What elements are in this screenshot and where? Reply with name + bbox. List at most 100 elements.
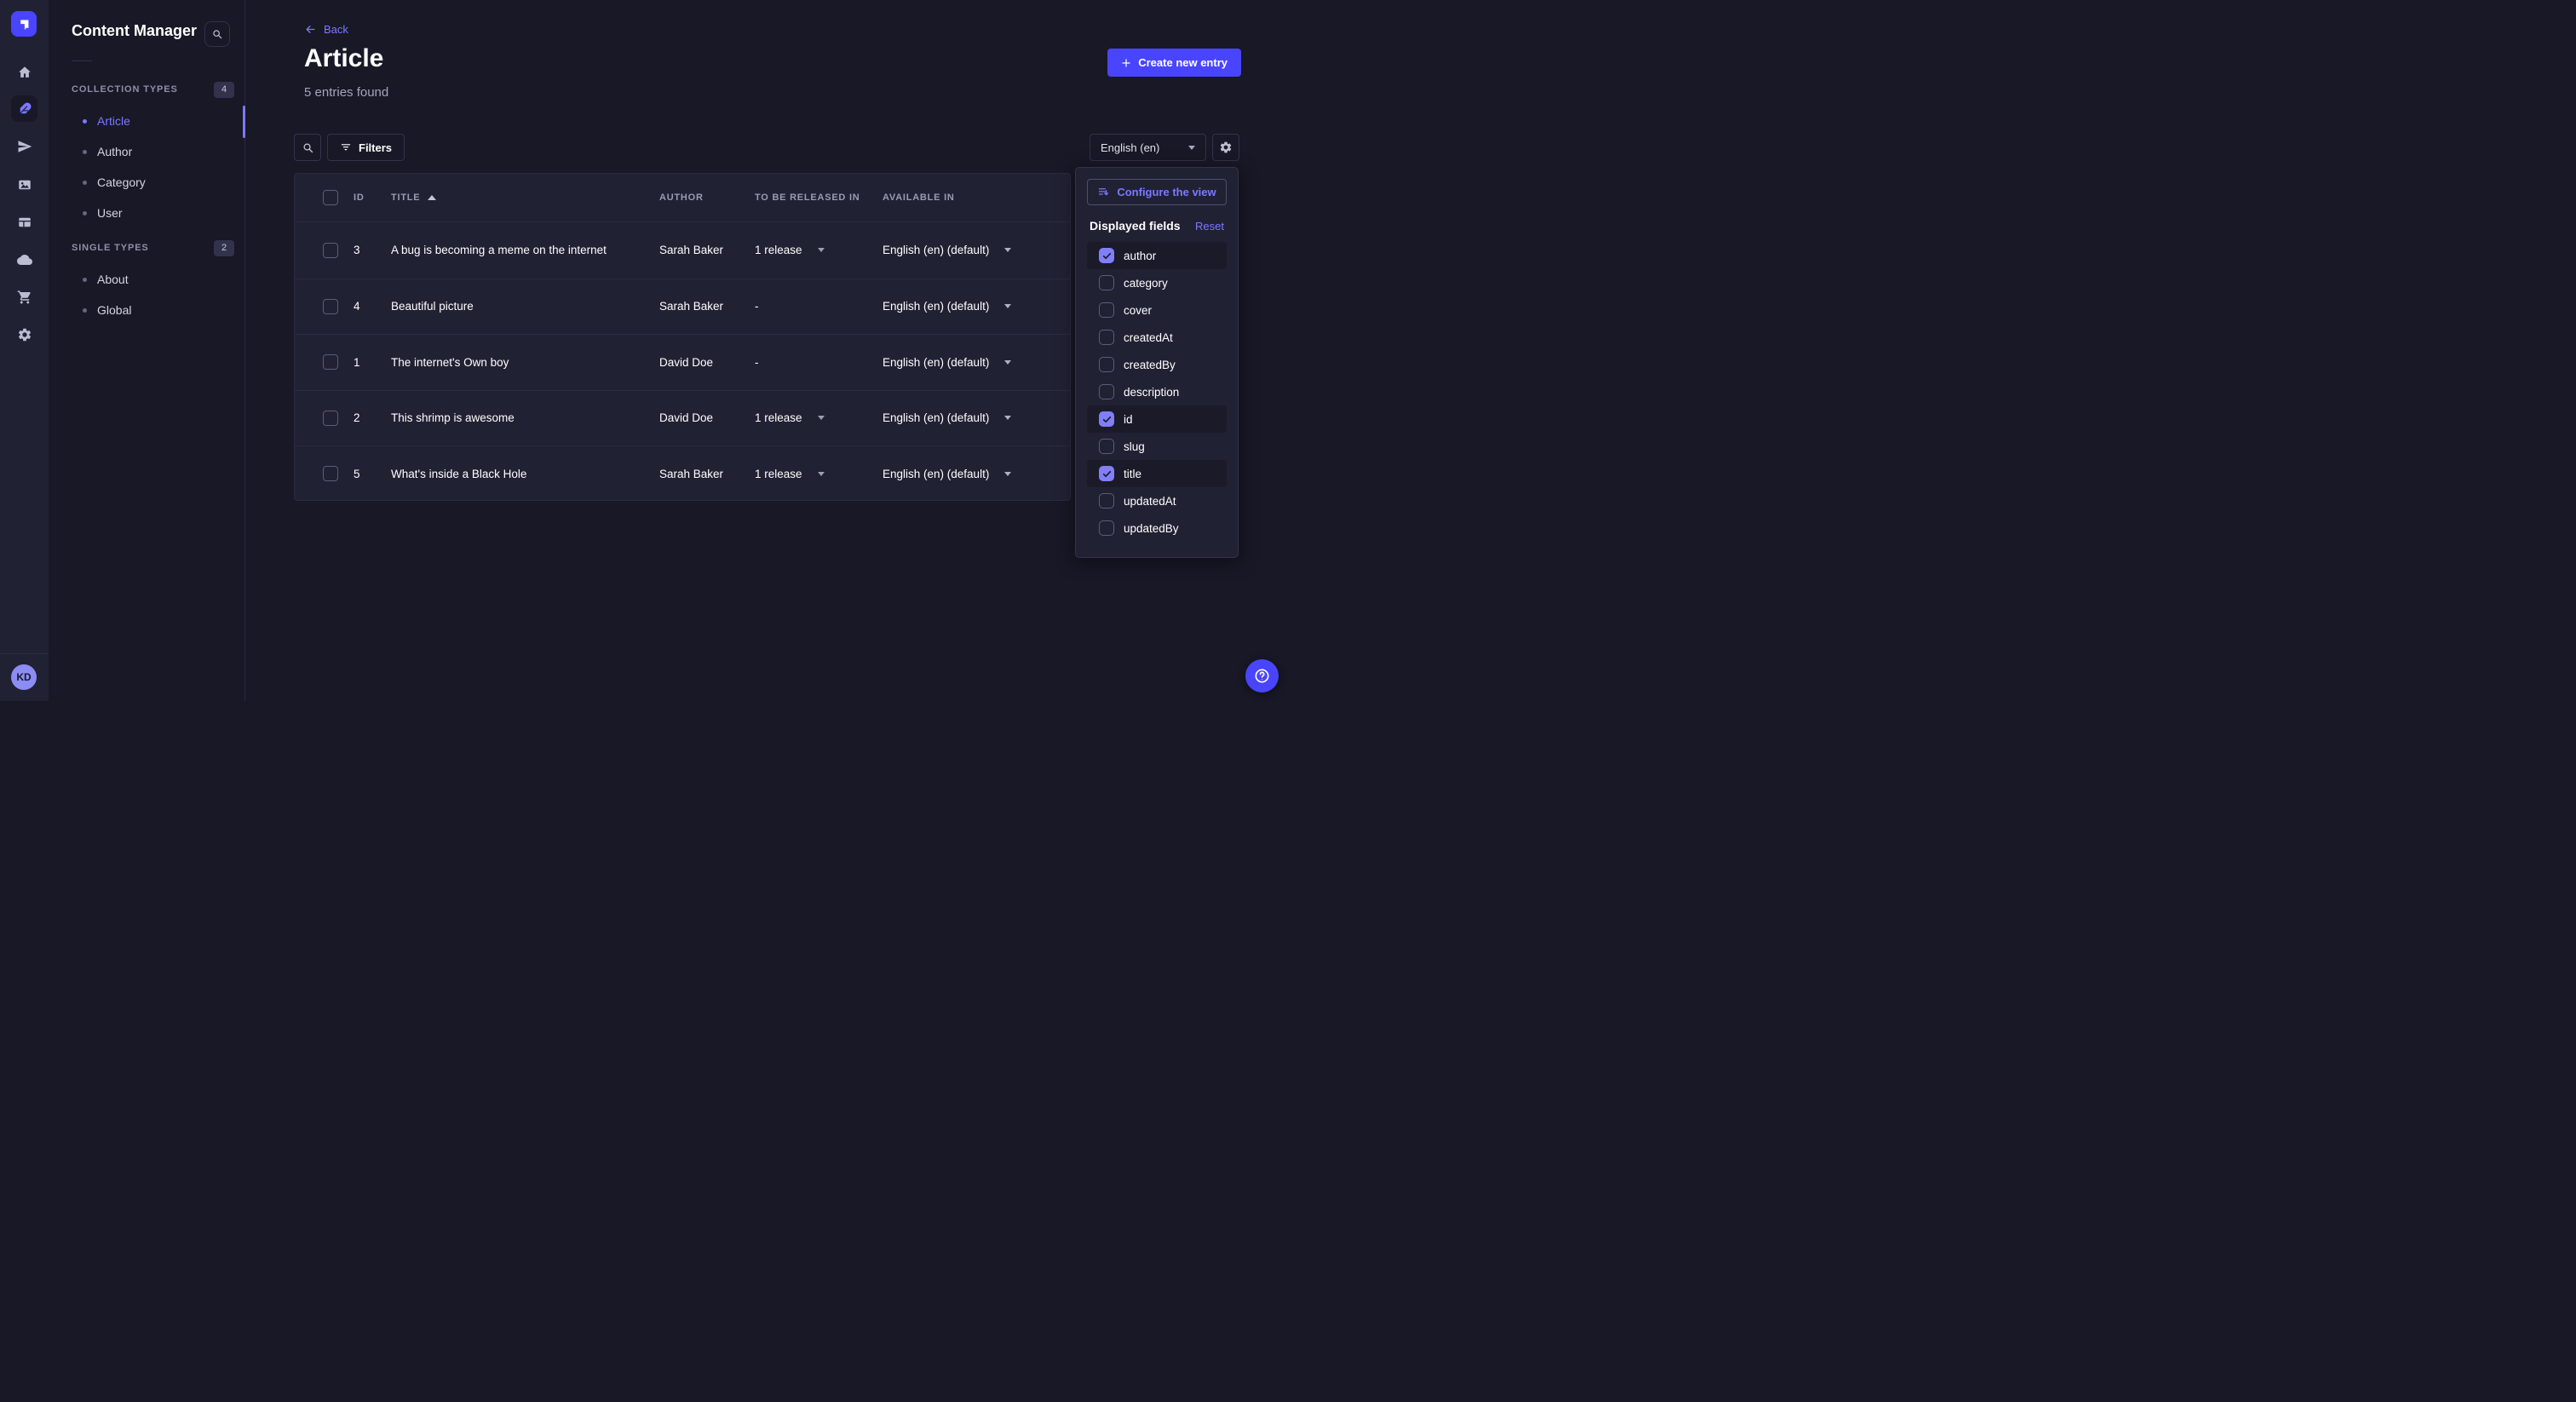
field-label: title bbox=[1124, 468, 1141, 480]
unchecked-checkbox[interactable] bbox=[1099, 520, 1114, 536]
field-toggle-createdAt[interactable]: createdAt bbox=[1087, 324, 1227, 351]
bullet-icon bbox=[83, 308, 87, 313]
cell-release: 1 release bbox=[750, 468, 874, 480]
table-row[interactable]: 3 A bug is becoming a meme on the intern… bbox=[295, 222, 1070, 279]
locale-chevron-icon[interactable] bbox=[1004, 248, 1011, 252]
locale-select[interactable]: English (en) bbox=[1090, 134, 1206, 161]
sidebar-item-category[interactable]: Category bbox=[49, 167, 244, 198]
field-toggle-cover[interactable]: cover bbox=[1087, 296, 1227, 324]
sidebar-item-global[interactable]: Global bbox=[49, 295, 244, 325]
field-toggle-slug[interactable]: slug bbox=[1087, 433, 1227, 460]
unchecked-checkbox[interactable] bbox=[1099, 275, 1114, 290]
row-checkbox[interactable] bbox=[323, 354, 338, 370]
table-search-button[interactable] bbox=[294, 134, 321, 161]
nav-releases[interactable] bbox=[11, 133, 37, 159]
nav-media-library[interactable] bbox=[11, 171, 37, 198]
row-checkbox[interactable] bbox=[323, 243, 338, 258]
row-checkbox[interactable] bbox=[323, 466, 338, 481]
field-toggle-updatedAt[interactable]: updatedAt bbox=[1087, 487, 1227, 514]
help-button[interactable] bbox=[1245, 659, 1279, 692]
main-nav-rail: KD bbox=[0, 0, 49, 701]
sidebar-item-article[interactable]: Article bbox=[49, 106, 244, 136]
nav-content-manager[interactable] bbox=[11, 95, 37, 122]
release-chevron-icon[interactable] bbox=[818, 416, 825, 420]
row-checkbox[interactable] bbox=[323, 411, 338, 426]
view-settings-button[interactable] bbox=[1212, 134, 1239, 161]
unchecked-checkbox[interactable] bbox=[1099, 357, 1114, 372]
subnav-scrollbar-thumb[interactable] bbox=[243, 106, 245, 138]
nav-settings[interactable] bbox=[11, 321, 37, 348]
nav-marketplace[interactable] bbox=[11, 284, 37, 310]
cell-locale: English (en) (default) bbox=[874, 356, 1070, 369]
unchecked-checkbox[interactable] bbox=[1099, 493, 1114, 509]
check-icon bbox=[1101, 468, 1113, 480]
column-header-author[interactable]: AUTHOR bbox=[655, 192, 750, 203]
reset-link[interactable]: Reset bbox=[1195, 220, 1224, 233]
sidebar-item-user[interactable]: User bbox=[49, 198, 244, 228]
table-row[interactable]: 5 What's inside a Black Hole Sarah Baker… bbox=[295, 445, 1070, 501]
unchecked-checkbox[interactable] bbox=[1099, 439, 1114, 454]
unchecked-checkbox[interactable] bbox=[1099, 384, 1114, 399]
nav-content-type-builder[interactable] bbox=[11, 209, 37, 235]
cell-release: 1 release bbox=[750, 244, 874, 256]
field-toggle-id[interactable]: id bbox=[1087, 405, 1227, 433]
locale-selected-value: English (en) bbox=[1101, 141, 1159, 154]
arrow-left-icon bbox=[304, 23, 317, 36]
field-label: author bbox=[1124, 250, 1156, 262]
release-chevron-icon[interactable] bbox=[818, 472, 825, 476]
cell-title: Beautiful picture bbox=[387, 300, 655, 313]
subnav-search-button[interactable] bbox=[204, 21, 230, 47]
search-icon bbox=[211, 28, 223, 40]
strapi-logo[interactable] bbox=[11, 11, 37, 37]
nav-deploy[interactable] bbox=[11, 246, 37, 273]
sort-asc-icon[interactable] bbox=[428, 195, 436, 200]
release-chevron-icon[interactable] bbox=[818, 248, 825, 252]
column-header-title[interactable]: TITLE bbox=[387, 192, 655, 203]
bullet-icon bbox=[83, 150, 87, 154]
bullet-icon bbox=[83, 278, 87, 282]
field-toggle-author[interactable]: author bbox=[1087, 242, 1227, 269]
create-new-entry-button[interactable]: Create new entry bbox=[1107, 49, 1241, 77]
field-toggle-updatedBy[interactable]: updatedBy bbox=[1087, 514, 1227, 542]
filters-button[interactable]: Filters bbox=[327, 134, 405, 161]
select-all-checkbox[interactable] bbox=[323, 190, 338, 205]
unchecked-checkbox[interactable] bbox=[1099, 330, 1114, 345]
checked-checkbox[interactable] bbox=[1099, 411, 1114, 427]
field-toggle-createdBy[interactable]: createdBy bbox=[1087, 351, 1227, 378]
field-label: category bbox=[1124, 277, 1168, 290]
configure-the-view-button[interactable]: Configure the view bbox=[1087, 179, 1227, 205]
field-toggle-category[interactable]: category bbox=[1087, 269, 1227, 296]
checked-checkbox[interactable] bbox=[1099, 466, 1114, 481]
nav-section: SINGLE TYPES 2 About Global bbox=[49, 233, 244, 325]
column-header-locale[interactable]: AVAILABLE IN bbox=[874, 192, 1070, 203]
locale-chevron-icon[interactable] bbox=[1004, 360, 1011, 365]
section-label: COLLECTION TYPES bbox=[72, 84, 178, 95]
field-toggle-title[interactable]: title bbox=[1087, 460, 1227, 487]
locale-chevron-icon[interactable] bbox=[1004, 304, 1011, 308]
avatar[interactable]: KD bbox=[11, 664, 37, 690]
cell-release: - bbox=[750, 356, 874, 369]
column-header-id[interactable]: ID bbox=[349, 192, 387, 203]
table-row[interactable]: 4 Beautiful picture Sarah Baker - Englis… bbox=[295, 279, 1070, 335]
search-icon bbox=[302, 141, 314, 154]
sidebar-item-author[interactable]: Author bbox=[49, 136, 244, 167]
column-header-release[interactable]: TO BE RELEASED IN bbox=[750, 192, 874, 203]
field-label: description bbox=[1124, 386, 1179, 399]
cell-id: 5 bbox=[349, 468, 387, 480]
locale-chevron-icon[interactable] bbox=[1004, 472, 1011, 476]
table-row[interactable]: 1 The internet's Own boy David Doe - Eng… bbox=[295, 334, 1070, 390]
unchecked-checkbox[interactable] bbox=[1099, 302, 1114, 318]
checked-checkbox[interactable] bbox=[1099, 248, 1114, 263]
field-label: updatedAt bbox=[1124, 495, 1176, 508]
row-checkbox[interactable] bbox=[323, 299, 338, 314]
sidebar-item-about[interactable]: About bbox=[49, 264, 244, 295]
nav-home[interactable] bbox=[11, 59, 37, 85]
field-label: updatedBy bbox=[1124, 522, 1179, 535]
back-link[interactable]: Back bbox=[304, 23, 348, 36]
strapi-logo-icon bbox=[17, 17, 32, 32]
locale-chevron-icon[interactable] bbox=[1004, 416, 1011, 420]
field-toggle-description[interactable]: description bbox=[1087, 378, 1227, 405]
table-row[interactable]: 2 This shrimp is awesome David Doe 1 rel… bbox=[295, 390, 1070, 446]
cell-id: 4 bbox=[349, 300, 387, 313]
field-label: id bbox=[1124, 413, 1133, 426]
